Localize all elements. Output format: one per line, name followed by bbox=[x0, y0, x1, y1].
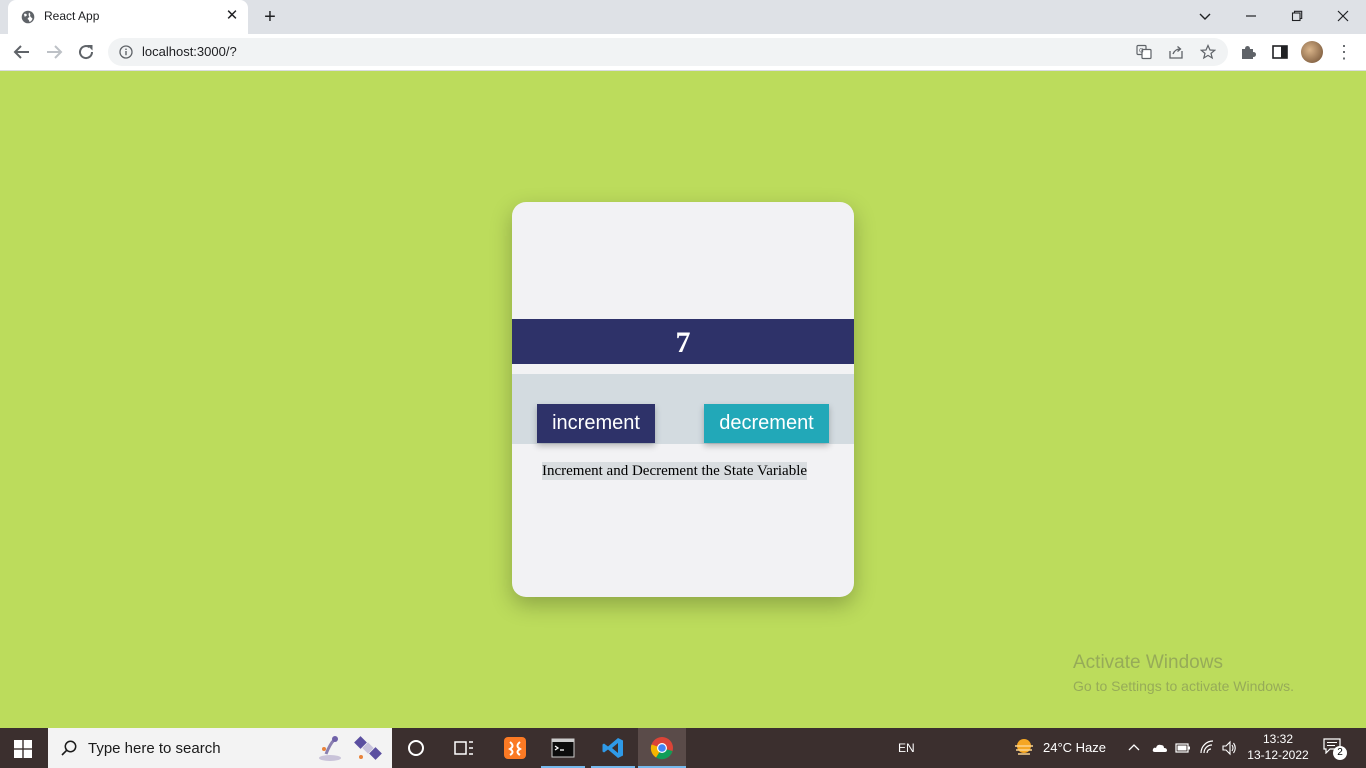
svg-text:G: G bbox=[1139, 48, 1144, 55]
task-view-icon[interactable] bbox=[452, 736, 476, 760]
chrome-icon bbox=[650, 737, 673, 760]
share-icon[interactable] bbox=[1168, 44, 1184, 60]
clock-time: 13:32 bbox=[1262, 732, 1294, 746]
extensions-puzzle-icon[interactable] bbox=[1239, 43, 1257, 61]
weather-text[interactable]: 24°C Haze bbox=[1043, 728, 1106, 768]
side-panel-icon[interactable] bbox=[1271, 43, 1289, 61]
activate-windows-watermark: Activate Windows Go to Settings to activ… bbox=[1073, 652, 1294, 694]
browser-toolbar: localhost:3000/? G ⋮ bbox=[0, 34, 1366, 71]
minimize-button[interactable] bbox=[1236, 4, 1266, 28]
weather-haze-icon[interactable] bbox=[1012, 736, 1036, 760]
taskbar-search-box[interactable]: Type here to search bbox=[48, 728, 392, 768]
watermark-subtitle: Go to Settings to activate Windows. bbox=[1073, 678, 1294, 694]
counter-value: 7 bbox=[512, 319, 854, 364]
tab-search-chevron-icon[interactable] bbox=[1190, 4, 1220, 28]
search-icon bbox=[61, 740, 77, 756]
notification-count-badge: 2 bbox=[1333, 746, 1347, 760]
close-window-button[interactable] bbox=[1328, 4, 1358, 28]
chrome-taskbar-button[interactable] bbox=[638, 728, 686, 768]
profile-avatar[interactable] bbox=[1301, 41, 1323, 63]
tab-title: React App bbox=[44, 9, 100, 23]
battery-icon[interactable] bbox=[1175, 740, 1191, 756]
notification-center-button[interactable]: 2 bbox=[1323, 738, 1347, 760]
wifi-icon[interactable] bbox=[1199, 740, 1215, 756]
counter-card: 7 increment decrement Increment and Decr… bbox=[512, 202, 854, 597]
back-arrow-icon[interactable] bbox=[10, 40, 34, 64]
onedrive-icon[interactable] bbox=[1152, 740, 1168, 756]
translate-icon[interactable]: G bbox=[1136, 44, 1152, 60]
windows-start-icon[interactable] bbox=[14, 740, 32, 758]
tab-strip: React App ✕ + bbox=[0, 0, 1366, 34]
new-tab-button[interactable]: + bbox=[259, 6, 281, 28]
clock-date: 13-12-2022 bbox=[1247, 748, 1309, 762]
url-text: localhost:3000/? bbox=[142, 44, 237, 59]
tab-react-app[interactable]: React App ✕ bbox=[8, 0, 248, 34]
terminal-icon[interactable] bbox=[551, 736, 575, 760]
vscode-icon[interactable] bbox=[601, 736, 625, 760]
caption-text: Increment and Decrement the State Variab… bbox=[542, 462, 808, 480]
reload-icon[interactable] bbox=[74, 40, 98, 64]
language-indicator[interactable]: EN bbox=[898, 728, 915, 768]
cortana-icon[interactable] bbox=[404, 736, 428, 760]
bookmark-star-icon[interactable] bbox=[1200, 44, 1216, 60]
restore-button[interactable] bbox=[1282, 4, 1312, 28]
increment-button[interactable]: increment bbox=[537, 404, 655, 443]
system-clock[interactable]: 13:32 13-12-2022 bbox=[1246, 731, 1310, 763]
address-bar[interactable]: localhost:3000/? G bbox=[108, 38, 1228, 66]
xampp-icon[interactable] bbox=[503, 736, 527, 760]
site-info-icon[interactable] bbox=[119, 45, 133, 59]
search-placeholder: Type here to search bbox=[88, 740, 221, 757]
decrement-button[interactable]: decrement bbox=[704, 404, 829, 443]
watermark-title: Activate Windows bbox=[1073, 652, 1223, 673]
microscope-icon bbox=[319, 736, 341, 761]
taskbar: Type here to search EN 24°C Haze 13:32 1… bbox=[0, 728, 1366, 768]
volume-icon[interactable] bbox=[1221, 740, 1237, 756]
browser-menu-icon[interactable]: ⋮ bbox=[1335, 42, 1353, 62]
globe-icon bbox=[21, 10, 35, 24]
show-hidden-icons-chevron-icon[interactable] bbox=[1128, 742, 1140, 754]
forward-arrow-icon[interactable] bbox=[42, 40, 66, 64]
tab-close-icon[interactable]: ✕ bbox=[224, 8, 240, 24]
satellite-icon bbox=[354, 736, 382, 760]
